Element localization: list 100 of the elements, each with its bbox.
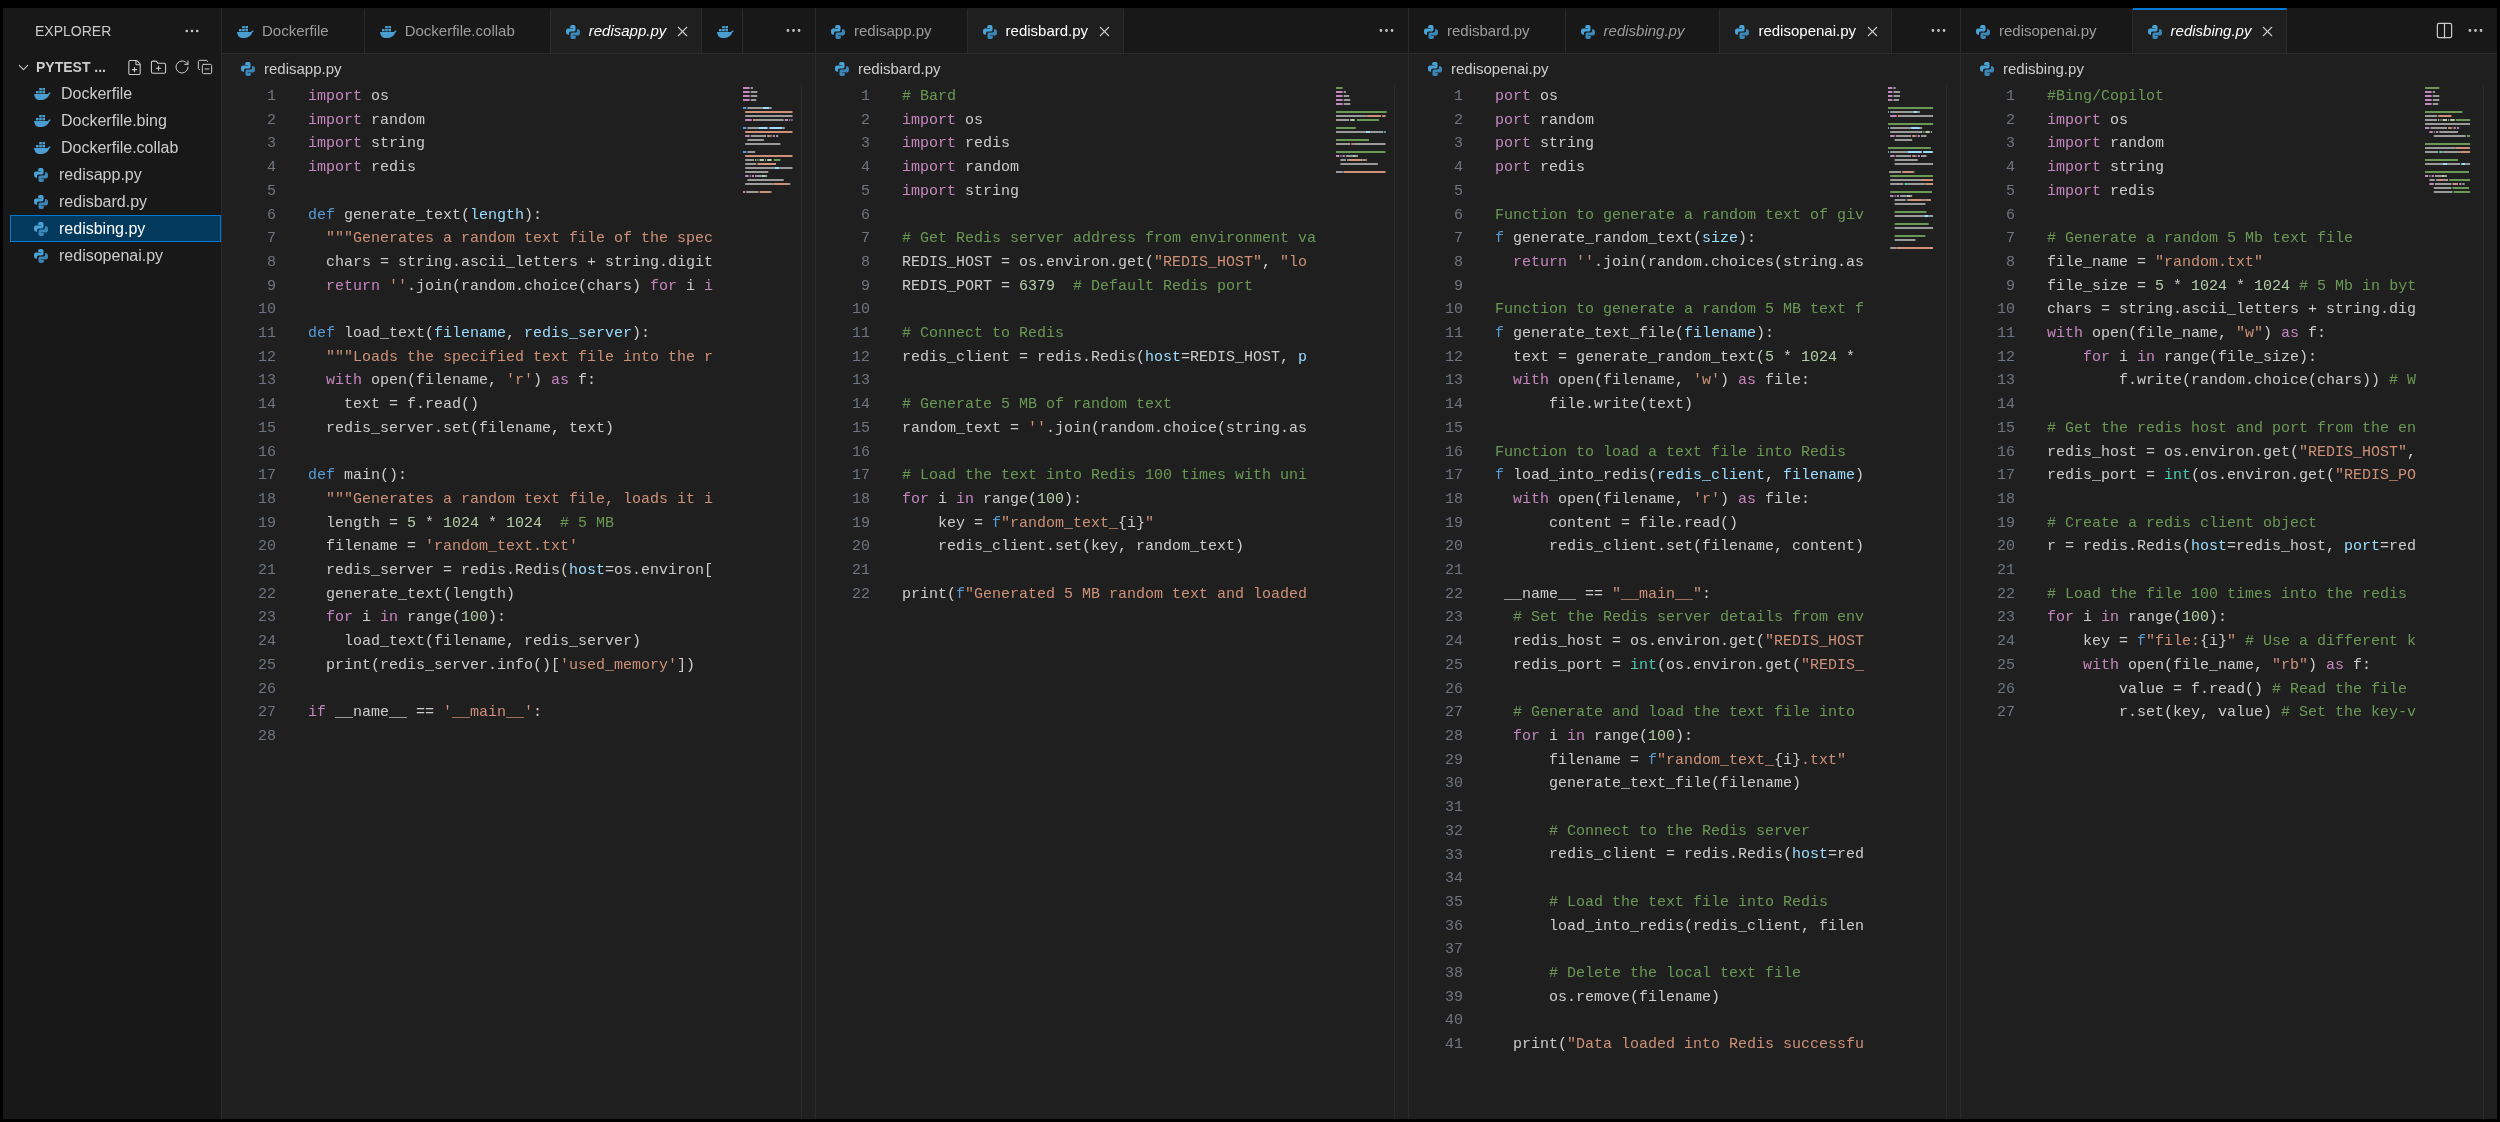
line-number: 21: [1445, 561, 1463, 582]
code-line: import random: [2047, 134, 2165, 155]
line-number: 32: [1445, 821, 1463, 842]
line-number: 35: [1445, 892, 1463, 913]
line-number: 34: [1445, 869, 1463, 890]
code-line: r.set(key, value) # Set the key-v: [2118, 703, 2417, 724]
line-number: 4: [861, 158, 870, 179]
line-number: 18: [852, 489, 870, 510]
whale-icon: [236, 24, 254, 39]
line-number: 33: [1445, 845, 1463, 866]
breadcrumb[interactable]: redisopenai.py: [1451, 57, 1549, 81]
editor-tab[interactable]: redisapp.py: [550, 8, 703, 53]
code-line: #Bing/Copilot: [2047, 87, 2165, 107]
code-line: f load_into_redis(redis_client, filename): [1495, 466, 1865, 487]
code-line: def generate_text(length):: [308, 205, 543, 226]
collapse-icon[interactable]: [197, 59, 213, 75]
file-icon: [1975, 23, 1991, 40]
file-icon: [1579, 23, 1596, 40]
code-line: Function to generate a random text of giv: [1495, 205, 1865, 226]
line-number: 17: [852, 466, 870, 487]
line-number: 27: [1997, 703, 2015, 724]
line-number: 10: [852, 300, 870, 321]
new-folder-icon[interactable]: [150, 58, 167, 76]
breadcrumb[interactable]: redisbard.py: [858, 57, 941, 81]
line-number: 20: [1997, 537, 2015, 558]
file-icon: [1427, 61, 1443, 77]
line-number: 8: [267, 252, 276, 273]
code-line: port random: [1495, 110, 1595, 131]
line-number: 24: [1997, 632, 2015, 653]
file-item[interactable]: Dockerfile.bing: [10, 107, 221, 134]
line-number: 26: [1445, 679, 1463, 700]
line-number: 14: [1445, 395, 1463, 416]
line-number: 17: [1445, 466, 1463, 487]
file-item[interactable]: redisapp.py: [10, 161, 221, 188]
line-number: 19: [1445, 513, 1463, 534]
new-file-icon[interactable]: [126, 58, 143, 76]
line-number: 3: [861, 134, 870, 155]
code-line: os.remove(filename): [1548, 987, 1721, 1008]
editor-tab[interactable]: redisbard.py: [967, 8, 1125, 53]
file-item[interactable]: Dockerfile: [10, 80, 221, 107]
file-icon: [33, 220, 49, 237]
code-line: # Bard: [902, 87, 956, 107]
line-number: 8: [1454, 252, 1463, 273]
line-number: 15: [1997, 418, 2015, 439]
code-line: # Load the text into Redis 100 times with uni: [902, 466, 1308, 487]
code-line: port os: [1495, 87, 1559, 107]
line-number: 5: [2006, 181, 2015, 202]
line-number: 40: [1445, 1011, 1463, 1032]
line-number: 29: [1445, 750, 1463, 771]
line-number: 17: [1997, 466, 2015, 487]
code-line: redis_client.set(key, random_text): [937, 537, 1245, 558]
refresh-icon[interactable]: [174, 59, 190, 75]
code-line: f generate_random_text(size):: [1495, 229, 1757, 250]
code-line: generate_text_file(filename): [1548, 774, 1802, 795]
line-number: 25: [1997, 655, 2015, 676]
line-number: 10: [1445, 300, 1463, 321]
breadcrumb[interactable]: redisapp.py: [264, 57, 342, 81]
line-number: 11: [852, 324, 870, 345]
line-number: 31: [1445, 798, 1463, 819]
line-number: 9: [861, 276, 870, 297]
line-number: 27: [258, 703, 276, 724]
line-number: 9: [267, 276, 276, 297]
breadcrumb[interactable]: redisbing.py: [2003, 57, 2084, 81]
line-number: 28: [1445, 727, 1463, 747]
code-line: content = file.read(): [1548, 513, 1739, 534]
line-number: 12: [258, 347, 276, 368]
code-line: """Loads the specified text file into the r: [325, 347, 714, 368]
line-number: 26: [258, 679, 276, 700]
line-number: 4: [2006, 158, 2015, 179]
code-line: # Set the Redis server details from env: [1512, 608, 1865, 629]
line-number: 37: [1445, 940, 1463, 961]
line-number: 11: [1997, 324, 2015, 345]
code-line: import random: [902, 158, 1020, 179]
file-item[interactable]: redisopenai.py: [10, 242, 221, 269]
split-editor-icon[interactable]: [2435, 21, 2454, 40]
file-item[interactable]: Dockerfile.collab: [10, 134, 221, 161]
line-number: 4: [267, 158, 276, 179]
file-icon: [1734, 23, 1751, 40]
line-number: 16: [1445, 442, 1463, 463]
line-number: 18: [1445, 489, 1463, 510]
editor-tab[interactable]: redisbing.py: [2132, 8, 2288, 53]
code-line: redis_port = int(os.environ.get("REDIS_: [1512, 655, 1865, 676]
folder-name[interactable]: PYTEST ...: [36, 56, 106, 78]
code-line: generate_text(length): [325, 584, 516, 605]
line-number: 25: [258, 655, 276, 676]
file-item[interactable]: redisbing.py: [10, 215, 221, 242]
line-number: 15: [258, 418, 276, 439]
code-line: file.write(text): [1548, 395, 1694, 416]
code-line: import string: [902, 181, 1020, 202]
code-line: print(f"Generated 5 MB random text and loaded: [902, 584, 1308, 605]
line-number: 6: [861, 205, 870, 226]
line-number: 21: [258, 561, 276, 582]
file-item[interactable]: redisbard.py: [10, 188, 221, 215]
editor-tab[interactable]: redisopenai.py: [1720, 8, 1892, 53]
line-number: 28: [258, 727, 276, 747]
line-number: 20: [852, 537, 870, 558]
line-number: 13: [1997, 371, 2015, 392]
line-number: 24: [258, 632, 276, 653]
line-number: 18: [1997, 489, 2015, 510]
sidebar-title: EXPLORER: [35, 21, 112, 41]
